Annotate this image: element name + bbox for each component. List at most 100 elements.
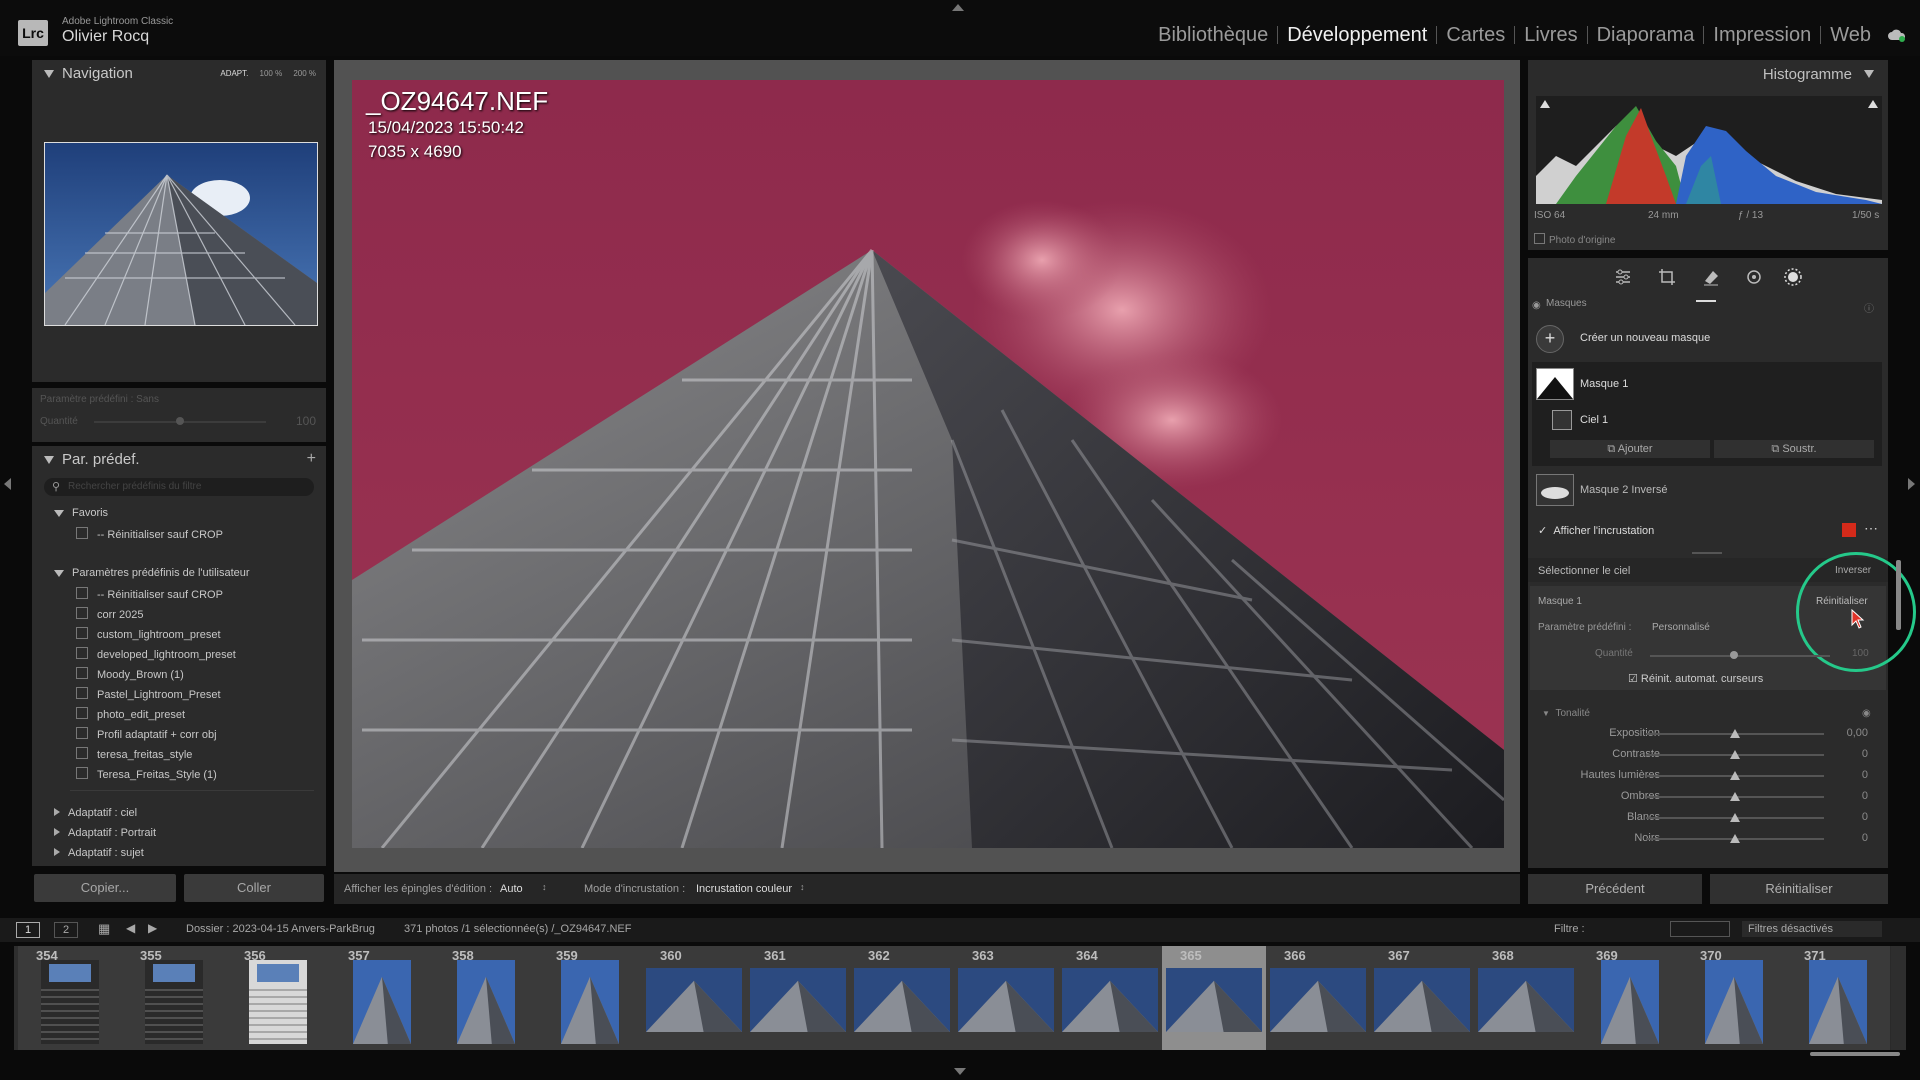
folder-path[interactable]: Dossier : 2023-04-15 Anvers-ParkBrug — [186, 923, 375, 935]
histogram-title[interactable]: Histogramme — [1763, 66, 1852, 83]
filmstrip-cell[interactable]: 371 — [1786, 946, 1891, 1050]
filmstrip-cell[interactable]: 356 — [226, 946, 331, 1050]
healing-icon[interactable] — [1702, 268, 1720, 286]
preset-group-favorites[interactable]: Favoris — [54, 507, 108, 519]
main-photo[interactable]: _OZ94647.NEF 15/04/2023 15:50:42 7035 x … — [352, 80, 1504, 848]
highlight-clipping-icon[interactable] — [1868, 100, 1878, 108]
masking-icon[interactable] — [1783, 267, 1803, 287]
filmstrip-cell[interactable]: 361 — [746, 946, 851, 1050]
copy-button[interactable]: Copier... — [34, 874, 176, 902]
sky-component-label[interactable]: Ciel 1 — [1580, 414, 1608, 426]
collapse-right-icon[interactable] — [1908, 478, 1915, 490]
filmstrip-cell[interactable]: 360 — [642, 946, 747, 1050]
original-photo-checkbox[interactable]: Photo d'origine — [1534, 233, 1615, 246]
mask1-label[interactable]: Masque 1 — [1580, 378, 1628, 390]
mask1-thumbnail[interactable] — [1536, 368, 1574, 400]
add-to-mask-button[interactable]: ⧉ Ajouter — [1550, 440, 1710, 458]
view-1-button[interactable]: 1 — [16, 922, 40, 938]
navigator-preview[interactable] — [44, 142, 318, 326]
collapse-left-icon[interactable] — [4, 478, 11, 490]
presets-header[interactable]: Par. prédef. — [32, 446, 326, 474]
module-develop[interactable]: Développement — [1278, 25, 1438, 45]
slider-contrast[interactable]: Contraste 0 — [1536, 747, 1880, 763]
filmstrip-cell[interactable]: 369 — [1578, 946, 1683, 1050]
filmstrip-scrollbar[interactable] — [1810, 1052, 1900, 1056]
overlay-mode-select[interactable]: Incrustation couleur — [696, 883, 792, 895]
histogram-graph[interactable] — [1536, 96, 1882, 204]
preset-item[interactable]: Teresa_Freitas_Style (1) — [76, 767, 217, 781]
preset-item[interactable]: custom_lightroom_preset — [76, 627, 221, 641]
eye-icon[interactable]: ◉ — [1862, 708, 1871, 719]
filmstrip-cell[interactable]: 363 — [954, 946, 1059, 1050]
show-overlay-checkbox[interactable]: ✓ Afficher l'incrustation — [1538, 524, 1654, 537]
zoom-fit[interactable]: ADAPT. — [220, 69, 248, 78]
add-preset-button[interactable]: + — [307, 450, 316, 468]
mask-amount-slider[interactable] — [1650, 655, 1830, 657]
panel-scrollbar[interactable] — [1896, 560, 1901, 630]
preset-search-input[interactable]: ⚲ Rechercher prédéfinis du filtre — [44, 478, 314, 496]
collapse-bottom-icon[interactable] — [954, 1068, 966, 1075]
preset-item[interactable]: photo_edit_preset — [76, 707, 185, 721]
help-icon[interactable]: ⓘ — [1864, 300, 1874, 315]
mask2-label[interactable]: Masque 2 Inversé — [1580, 484, 1667, 496]
pins-select[interactable]: Auto — [500, 883, 523, 895]
filmstrip-cell[interactable]: 362 — [850, 946, 955, 1050]
filter-view-icons[interactable] — [1670, 921, 1730, 937]
previous-button[interactable]: Précédent — [1528, 874, 1702, 904]
preset-group-portrait[interactable]: Adaptatif : Portrait — [54, 827, 156, 839]
auto-reset-checkbox[interactable]: ☑ Réinit. automat. curseurs — [1628, 672, 1763, 685]
create-mask-row[interactable]: + Créer un nouveau masque — [1534, 322, 1884, 356]
preset-item[interactable]: corr 2025 — [76, 607, 143, 621]
filmstrip-cell[interactable]: 358 — [434, 946, 539, 1050]
module-book[interactable]: Livres — [1515, 25, 1588, 45]
eye-icon[interactable]: ◉ — [1532, 300, 1541, 311]
filmstrip-cell[interactable]: 357 — [330, 946, 435, 1050]
resize-handle[interactable] — [1692, 552, 1722, 554]
back-arrow-icon[interactable]: ◀ — [126, 921, 135, 935]
preset-item[interactable]: developed_lightroom_preset — [76, 647, 236, 661]
amount-slider-knob[interactable] — [176, 417, 184, 425]
mask-amount-knob[interactable] — [1730, 651, 1738, 659]
filmstrip-cell[interactable]: 364 — [1058, 946, 1163, 1050]
preset-group-sky[interactable]: Adaptatif : ciel — [54, 807, 137, 819]
zoom-100[interactable]: 100 % — [260, 69, 283, 78]
forward-arrow-icon[interactable]: ▶ — [148, 921, 157, 935]
slider-exposure[interactable]: Exposition 0,00 — [1536, 726, 1880, 742]
module-library[interactable]: Bibliothèque — [1149, 25, 1279, 45]
grid-icon[interactable]: ▦ — [98, 921, 110, 937]
preset-item[interactable]: Moody_Brown (1) — [76, 667, 184, 681]
paste-button[interactable]: Coller — [184, 874, 324, 902]
slider-highlights[interactable]: Hautes lumières 0 — [1536, 768, 1880, 784]
slider-blacks[interactable]: Noirs0 — [1536, 831, 1880, 847]
more-options-icon[interactable]: ⋯ — [1864, 520, 1878, 537]
slider-whites[interactable]: Blancs 0 — [1536, 810, 1880, 826]
preset-item[interactable]: Profil adaptatif + corr obj — [76, 727, 217, 741]
filmstrip-cell[interactable]: 355 — [122, 946, 227, 1050]
edit-sliders-icon[interactable] — [1614, 268, 1632, 286]
collapse-top-icon[interactable] — [952, 4, 964, 11]
filmstrip-cell[interactable]: 367 — [1370, 946, 1475, 1050]
mask2-thumbnail[interactable] — [1536, 474, 1574, 506]
preset-item[interactable]: Pastel_Lightroom_Preset — [76, 687, 221, 701]
subtract-from-mask-button[interactable]: ⧉ Soustr. — [1714, 440, 1874, 458]
photo-count[interactable]: 371 photos /1 sélectionnée(s) /_OZ94647.… — [404, 923, 631, 935]
filmstrip-cell[interactable]: 370 — [1682, 946, 1787, 1050]
view-2-button[interactable]: 2 — [54, 922, 78, 938]
mask-preset-select[interactable]: Personnalisé — [1652, 622, 1710, 633]
slider-shadows[interactable]: Ombres 0 — [1536, 789, 1880, 805]
crop-icon[interactable] — [1658, 268, 1676, 286]
module-web[interactable]: Web — [1821, 25, 1880, 45]
module-print[interactable]: Impression — [1704, 25, 1822, 45]
collapse-triangle-icon[interactable] — [1864, 70, 1874, 78]
preset-item[interactable]: -- Réinitialiser sauf CROP — [76, 527, 223, 541]
tone-header[interactable]: ▼ Tonalité — [1542, 708, 1590, 719]
cloud-sync-icon[interactable] — [1888, 28, 1906, 42]
filmstrip-cell[interactable]: 354 — [18, 946, 123, 1050]
module-slideshow[interactable]: Diaporama — [1588, 25, 1705, 45]
preset-group-subject[interactable]: Adaptatif : sujet — [54, 847, 144, 859]
reset-button[interactable]: Réinitialiser — [1710, 874, 1888, 904]
filmstrip-cell[interactable]: 359 — [538, 946, 643, 1050]
zoom-200[interactable]: 200 % — [293, 69, 316, 78]
preset-group-user[interactable]: Paramètres prédéfinis de l'utilisateur — [54, 567, 250, 579]
shadow-clipping-icon[interactable] — [1540, 100, 1550, 108]
